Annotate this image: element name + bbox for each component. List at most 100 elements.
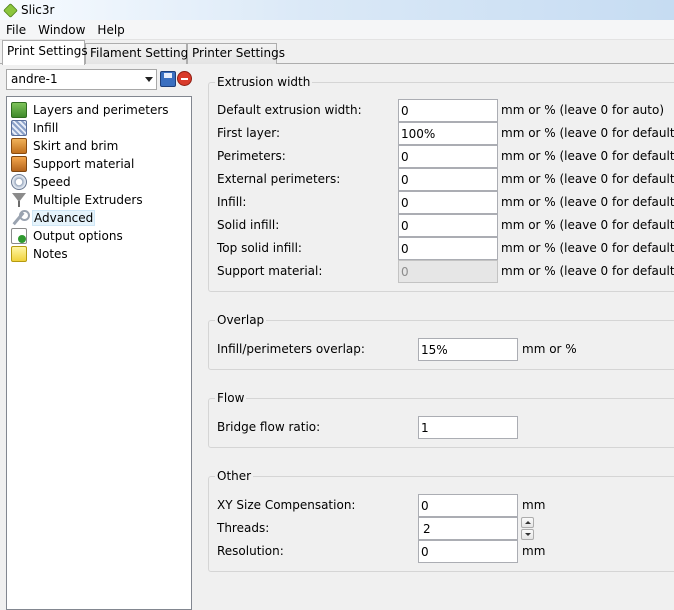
setting-unit: mm — [522, 498, 546, 512]
default-extrusion-width-input[interactable] — [398, 99, 498, 122]
setting-label: Solid infill: — [217, 218, 280, 232]
setting-row-first-layer: First layer: mm or % (leave 0 for defaul… — [209, 122, 674, 145]
xy-size-compensation-input[interactable] — [418, 494, 518, 517]
setting-label: Infill: — [217, 195, 247, 209]
group-title: Extrusion width — [215, 75, 313, 89]
slic3r-app-icon — [3, 2, 18, 18]
setting-row-bridge-flow-ratio: Bridge flow ratio: — [209, 416, 674, 439]
setting-row-perimeters: Perimeters: mm or % (leave 0 for default… — [209, 145, 674, 168]
resolution-input[interactable] — [418, 540, 518, 563]
sidebar-item-label: Advanced — [31, 210, 96, 226]
setting-unit: mm or % (leave 0 for default) — [501, 126, 674, 140]
layers-icon — [11, 102, 27, 118]
sidebar-item-skirt-and-brim[interactable]: Skirt and brim — [11, 137, 118, 155]
sidebar-item-label: Skirt and brim — [33, 139, 119, 153]
group-flow: Flow Bridge flow ratio: — [208, 391, 674, 448]
window-title: Slic3r — [21, 3, 55, 17]
setting-row-infill-perimeters-overlap: Infill/perimeters overlap: mm or % — [209, 338, 674, 361]
setting-label: Resolution: — [217, 544, 284, 558]
sidebar-item-label: Notes — [33, 247, 68, 261]
setting-row-external-perimeters: External perimeters: mm or % (leave 0 fo… — [209, 168, 674, 191]
group-title: Flow — [215, 391, 247, 405]
setting-unit: mm — [522, 544, 546, 558]
sidebar-item-label: Support material — [33, 157, 135, 171]
menu-help[interactable]: Help — [91, 23, 130, 37]
settings-page-list: Layers and perimeters Infill Skirt and b… — [6, 96, 192, 610]
skirt-icon — [11, 138, 27, 154]
tab-filament-settings[interactable]: Filament Settings — [85, 43, 194, 64]
settings-tabs: Print Settings Filament Settings Printer… — [0, 40, 674, 65]
menu-bar: File Window Help — [0, 20, 674, 40]
tab-print-settings[interactable]: Print Settings — [2, 40, 88, 65]
setting-label: Perimeters: — [217, 149, 286, 163]
threads-input[interactable] — [418, 517, 518, 540]
speed-icon — [11, 174, 27, 190]
solid-infill-width-input[interactable] — [398, 214, 498, 237]
setting-unit: mm or % (leave 0 for default) — [501, 195, 674, 209]
group-title: Other — [215, 469, 254, 483]
first-layer-width-input[interactable] — [398, 122, 498, 145]
setting-row-infill: Infill: mm or % (leave 0 for default) — [209, 191, 674, 214]
sidebar-item-speed[interactable]: Speed — [11, 173, 71, 191]
preset-dropdown-value: andre-1 — [11, 72, 58, 86]
sidebar-item-infill[interactable]: Infill — [11, 119, 58, 137]
sidebar-item-multiple-extruders[interactable]: Multiple Extruders — [11, 191, 143, 209]
infill-perimeters-overlap-input[interactable] — [418, 338, 518, 361]
setting-row-top-solid-infill: Top solid infill: mm or % (leave 0 for d… — [209, 237, 674, 260]
setting-unit: mm or % (leave 0 for default) — [501, 218, 674, 232]
menu-file[interactable]: File — [0, 23, 32, 37]
setting-row-resolution: Resolution: mm — [209, 540, 674, 563]
external-perimeters-width-input[interactable] — [398, 168, 498, 191]
top-solid-infill-width-input[interactable] — [398, 237, 498, 260]
sidebar-item-support-material[interactable]: Support material — [11, 155, 134, 173]
group-title: Overlap — [215, 313, 267, 327]
infill-icon — [11, 120, 27, 136]
setting-label: Bridge flow ratio: — [217, 420, 321, 434]
setting-row-default-extrusion-width: Default extrusion width: mm or % (leave … — [209, 99, 674, 122]
sidebar-item-notes[interactable]: Notes — [11, 245, 68, 263]
setting-label: Default extrusion width: — [217, 103, 362, 117]
group-other: Other XY Size Compensation: mm Threads: … — [208, 469, 674, 572]
group-overlap: Overlap Infill/perimeters overlap: mm or… — [208, 313, 674, 370]
setting-unit: mm or % — [522, 342, 577, 356]
group-extrusion-width: Extrusion width Default extrusion width:… — [208, 75, 674, 292]
spinner-up-arrow-icon[interactable] — [521, 517, 534, 528]
setting-label: External perimeters: — [217, 172, 341, 186]
sidebar-item-layers-and-perimeters[interactable]: Layers and perimeters — [11, 101, 169, 119]
support-material-width-input — [398, 260, 498, 283]
setting-unit: mm or % (leave 0 for default) — [501, 172, 674, 186]
tab-printer-settings[interactable]: Printer Settings — [187, 43, 285, 64]
sidebar-item-label: Layers and perimeters — [33, 103, 169, 117]
setting-row-support-material: Support material: mm or % (leave 0 for d… — [209, 260, 674, 283]
sidebar-item-advanced[interactable]: Advanced — [11, 209, 96, 227]
sidebar-item-label: Infill — [33, 121, 59, 135]
title-bar: Slic3r — [0, 0, 674, 20]
preset-dropdown[interactable]: andre-1 — [6, 69, 157, 90]
setting-row-threads: Threads: — [209, 517, 674, 540]
setting-label: XY Size Compensation: — [217, 498, 356, 512]
chevron-down-icon — [145, 77, 153, 82]
setting-label: Infill/perimeters overlap: — [217, 342, 365, 356]
setting-row-solid-infill: Solid infill: mm or % (leave 0 for defau… — [209, 214, 674, 237]
setting-unit: mm or % (leave 0 for default) — [501, 264, 674, 278]
setting-unit: mm or % (leave 0 for auto) — [501, 103, 665, 117]
bridge-flow-ratio-input[interactable] — [418, 416, 518, 439]
notes-icon — [11, 246, 27, 262]
wrench-icon — [11, 210, 30, 226]
setting-unit: mm or % (leave 0 for default) — [501, 241, 674, 255]
sidebar-item-output-options[interactable]: Output options — [11, 227, 123, 245]
setting-unit: mm or % (leave 0 for default) — [501, 149, 674, 163]
infill-width-input[interactable] — [398, 191, 498, 214]
menu-window[interactable]: Window — [32, 23, 91, 37]
save-preset-icon[interactable] — [160, 71, 176, 87]
perimeters-width-input[interactable] — [398, 145, 498, 168]
setting-label: Threads: — [217, 521, 270, 535]
threads-spinner — [521, 517, 534, 540]
spinner-down-arrow-icon[interactable] — [521, 529, 534, 540]
support-icon — [11, 156, 27, 172]
sidebar-item-label: Multiple Extruders — [33, 193, 143, 207]
delete-preset-icon[interactable] — [177, 71, 192, 86]
output-icon — [11, 228, 27, 244]
funnel-icon — [11, 192, 27, 208]
sidebar-item-label: Speed — [33, 175, 71, 189]
